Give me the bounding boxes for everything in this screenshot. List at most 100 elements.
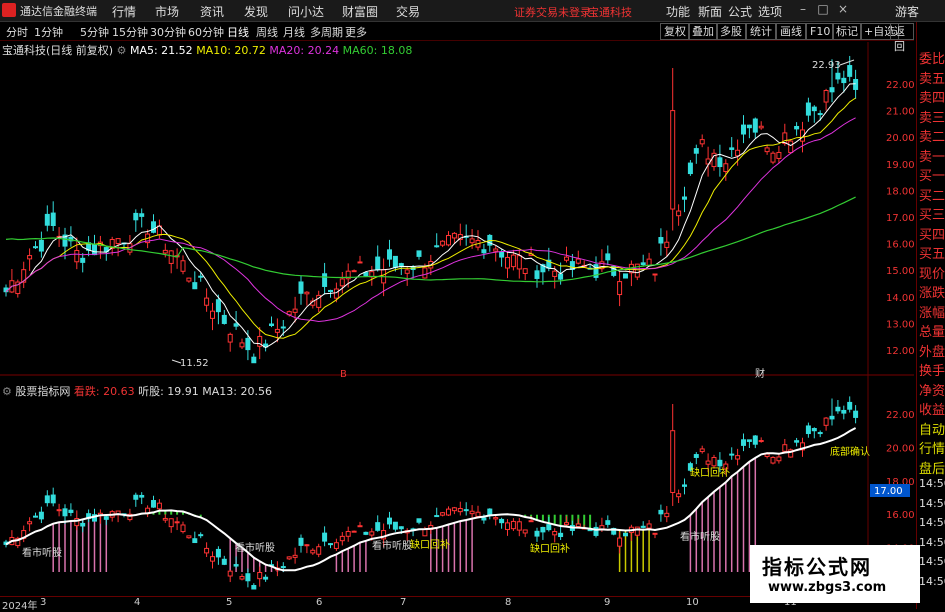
sub-candle-body: [670, 430, 676, 493]
side-panel-item[interactable]: 盘后: [919, 458, 945, 477]
side-panel-item[interactable]: 卖四: [919, 87, 945, 106]
candle-body: [269, 323, 274, 327]
ma60-value: MA60: 18.08: [342, 44, 413, 57]
side-panel-item[interactable]: 收益: [919, 399, 945, 418]
sub-candle-body: [422, 528, 428, 537]
sub-candle-body: [823, 417, 829, 426]
sub-candle-body: [652, 532, 658, 535]
sub-candle-body: [617, 537, 623, 547]
side-panel-item[interactable]: 14:50: [919, 516, 945, 529]
candle-body: [729, 147, 735, 150]
candle-body: [741, 124, 746, 135]
sub-candle-body: [481, 517, 487, 521]
candle-body: [776, 151, 782, 159]
side-panel-item[interactable]: 总量: [919, 321, 945, 340]
side-panel-item[interactable]: 买五: [919, 243, 945, 262]
sub-candle-body: [575, 523, 581, 527]
side-panel-item[interactable]: 买一: [919, 165, 945, 184]
main-legend: 宝通科技(日线 前复权) ⚙ MA5: 21.52 MA10: 20.72 MA…: [2, 42, 412, 58]
candle-body: [180, 260, 186, 272]
settings-icon[interactable]: ⚙: [117, 44, 127, 57]
side-panel-item[interactable]: 行情: [919, 438, 945, 457]
side-panel-item[interactable]: 卖三: [919, 107, 945, 126]
sub-candle-body: [451, 507, 457, 512]
candle-body: [605, 253, 611, 261]
price-tick: 16.00: [886, 510, 915, 521]
price-tick: 20.00: [886, 443, 915, 454]
watermark-title: 指标公式网: [762, 555, 872, 579]
candle-body: [823, 89, 829, 103]
side-panel-item[interactable]: 卖二: [919, 126, 945, 145]
price-tick: 20.00: [886, 133, 915, 144]
sub-candle-body: [516, 521, 522, 531]
sub-histogram: [52, 457, 757, 572]
sub-candle-body: [746, 439, 752, 442]
main-price-axis: 22.00 21.00 20.00 19.00 18.00 17.00 16.00 15.00…: [886, 80, 915, 357]
candle-body: [357, 261, 363, 264]
settings-icon[interactable]: ⚙: [2, 385, 12, 398]
candle-body: [434, 245, 440, 248]
price-tick: 19.00: [886, 160, 915, 171]
month-label: 10: [686, 597, 699, 608]
ma10-value: MA10: 20.72: [196, 44, 266, 57]
side-panel-item[interactable]: 自动: [919, 419, 945, 438]
candle-body: [522, 268, 528, 274]
candle-body: [658, 237, 664, 244]
sub-candle-body: [133, 494, 139, 500]
candle-body: [280, 326, 286, 329]
side-panel-item[interactable]: 卖五: [919, 68, 945, 87]
sub-candle-body: [56, 509, 62, 512]
signal-label: 缺口回补: [410, 538, 450, 551]
sub-candle-body: [469, 510, 475, 515]
sub-candle-body: [316, 546, 322, 555]
sub-candle-body: [245, 573, 251, 582]
sub-candle-body: [564, 522, 569, 526]
side-panel-item[interactable]: 买二: [919, 185, 945, 204]
sub-candle-body: [623, 532, 628, 537]
side-panel-item[interactable]: 净资: [919, 380, 945, 399]
signal-label: 缺口回补: [690, 466, 730, 479]
side-panel-item[interactable]: 委比: [919, 48, 945, 67]
side-panel-item[interactable]: 买四: [919, 224, 945, 243]
side-panel-item[interactable]: 涨幅: [919, 302, 945, 321]
candle-body: [534, 270, 540, 279]
month-label: 4: [134, 597, 141, 608]
sub-candle-body: [339, 535, 345, 542]
side-panel-item[interactable]: 卖一: [919, 146, 945, 165]
sub-candle-body: [333, 542, 339, 549]
sub-candle-body: [510, 520, 516, 530]
sub-candle-body: [729, 453, 735, 456]
sub-candle-body: [534, 530, 540, 537]
candle-body: [623, 273, 628, 279]
sub-candle-body: [210, 556, 215, 562]
side-panel-item[interactable]: 换手: [919, 360, 945, 379]
candle-body: [752, 118, 758, 133]
side-panel-item[interactable]: 14:50: [919, 575, 945, 588]
side-panel-item[interactable]: 14:50: [919, 497, 945, 510]
sub-candle-body: [162, 517, 168, 521]
sub-candle-body: [505, 522, 510, 531]
sub-candle-body: [369, 531, 375, 536]
sub-candle-body: [646, 523, 652, 529]
candle-body: [699, 139, 705, 145]
side-panel-item[interactable]: 涨跌: [919, 282, 945, 301]
side-panel-item[interactable]: 外盘: [919, 341, 945, 360]
sub-candle-body: [847, 401, 853, 410]
sub-candle-body: [286, 556, 292, 560]
sub-candle-body: [180, 524, 186, 533]
side-panel-item[interactable]: 14:50: [919, 477, 945, 490]
low-label: 11.52: [180, 358, 209, 369]
side-panel-item[interactable]: 现价: [919, 263, 945, 282]
side-panel-item[interactable]: 14:50: [919, 555, 945, 568]
candle-body: [251, 356, 257, 364]
candle-body: [516, 255, 522, 270]
candle-body: [92, 243, 97, 256]
kline-chart[interactable]: 22.00 21.00 20.00 19.00 18.00 17.00 16.00 15.00…: [0, 0, 945, 609]
candle-body: [44, 213, 50, 226]
side-panel-item[interactable]: 买三: [919, 204, 945, 223]
price-tick: 17.00: [886, 213, 915, 224]
candle-body: [505, 256, 510, 269]
candle-body: [446, 234, 451, 246]
side-panel-item[interactable]: 14:50: [919, 536, 945, 549]
candle-body: [640, 262, 646, 266]
